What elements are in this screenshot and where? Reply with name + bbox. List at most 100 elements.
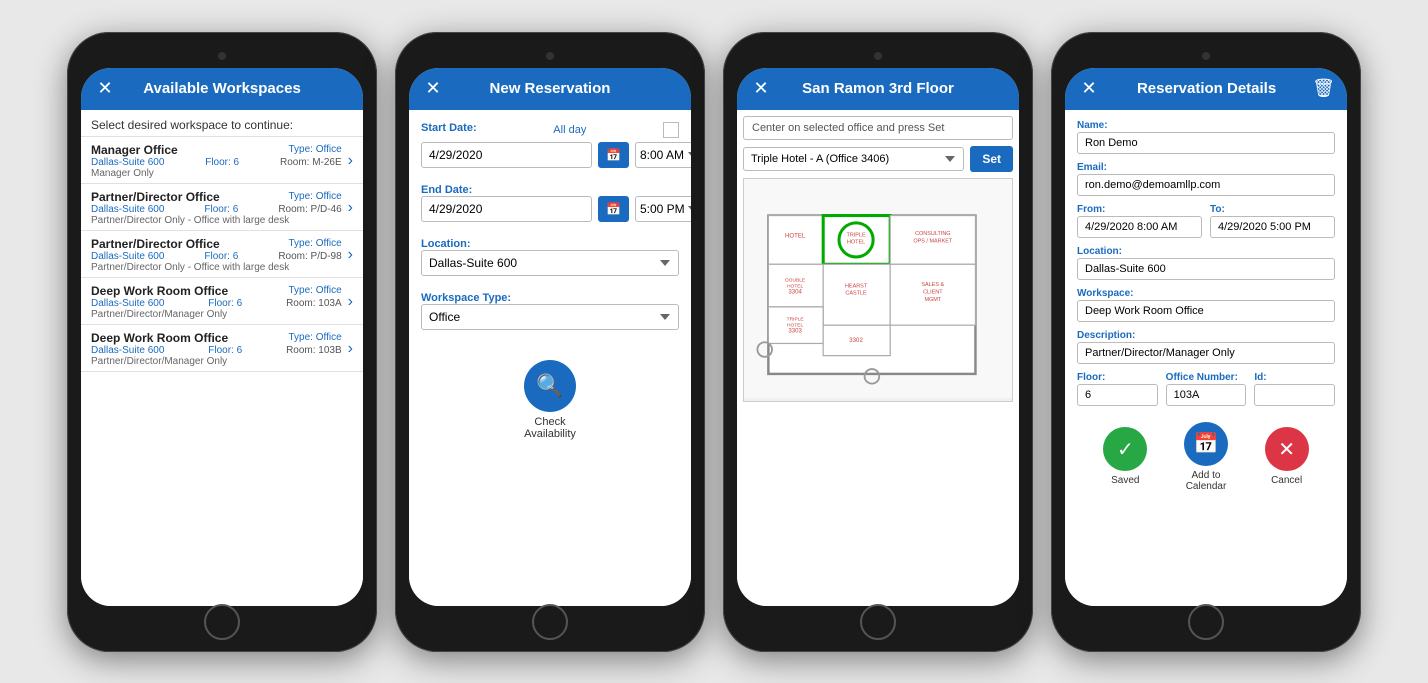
close-icon[interactable]: ✕ [749,78,773,99]
svg-text:HEARST: HEARST [845,283,868,289]
location-label: Location: [1077,246,1335,257]
start-time-select[interactable]: 8:00 AM [635,142,691,168]
from-label: From: [1077,204,1202,215]
end-date-input[interactable] [421,196,592,222]
location-input[interactable] [1077,258,1335,280]
workspace-type-label: Workspace Type: [421,292,511,304]
workspace-subtitle: Select desired workspace to continue: [81,110,363,137]
workspace-field: Workspace: [1077,288,1335,322]
email-input[interactable] [1077,174,1335,196]
location-label: Location: [421,238,471,250]
phone-1: ✕ Available Workspaces Select desired wo… [67,32,377,652]
calendar-icon[interactable]: 📅 [598,196,629,222]
workspace-item-details-row: Dallas-Suite 600 Floor: 6 Room: 103B [91,345,342,356]
phone-1-title: Available Workspaces [117,80,327,97]
description-input[interactable] [1077,342,1335,364]
phone-2-home-bar [409,606,691,638]
search-hint-bar: Center on selected office and press Set [743,116,1013,140]
workspace-item-room: Room: 103B [286,345,342,356]
workspace-item-details-row: Dallas-Suite 600 Floor: 6 Room: M-26E [91,157,342,168]
home-button[interactable] [860,604,896,640]
phone-2-header: ✕ New Reservation [409,68,691,110]
workspace-item-row: Partner/Director Office Type: Office [91,190,342,204]
add-calendar-label: Add toCalendar [1186,470,1227,492]
close-icon[interactable]: ✕ [1077,78,1101,99]
workspace-item[interactable]: Partner/Director Office Type: Office Dal… [81,184,363,231]
cancel-button[interactable]: ✕ Cancel [1265,427,1309,486]
all-day-checkbox[interactable] [663,122,679,138]
workspace-item[interactable]: Deep Work Room Office Type: Office Dalla… [81,325,363,372]
id-field: Id: [1254,372,1335,406]
workspace-type-select[interactable]: Office [421,304,679,330]
phone-2-body: Start Date: All day 📅 8:00 AM ▾ [409,110,691,606]
calendar-icon: 📅 [1184,422,1228,466]
phone-2-notch [409,46,691,68]
workspace-input[interactable] [1077,300,1335,322]
phone-4-home-bar [1065,606,1347,638]
workspace-item[interactable]: Partner/Director Office Type: Office Dal… [81,231,363,278]
start-date-section: Start Date: All day 📅 8:00 AM ▾ [421,122,679,168]
office-number-label: Office Number: [1166,372,1247,383]
workspace-item-room: Room: P/D-98 [278,251,341,262]
workspace-item[interactable]: Deep Work Room Office Type: Office Dalla… [81,278,363,325]
chevron-right-icon: › [348,152,353,170]
office-number-field: Office Number: [1166,372,1247,406]
set-button[interactable]: Set [970,146,1013,172]
end-date-row: 📅 5:00 PM ▾ [421,196,679,222]
description-label: Description: [1077,330,1335,341]
to-input[interactable] [1210,216,1335,238]
phone-2: ✕ New Reservation Start Date: All day [395,32,705,652]
workspace-item-type: Type: Office [288,285,341,296]
phone-3-screen: ✕ San Ramon 3rd Floor Center on selected… [737,68,1019,606]
from-field: From: [1077,204,1202,238]
saved-icon: ✓ [1103,427,1147,471]
workspace-item-title: Partner/Director Office [91,237,220,251]
workspace-item-details-row: Dallas-Suite 600 Floor: 6 Room: P/D-98 [91,251,342,262]
svg-text:CLIENT: CLIENT [923,289,943,295]
svg-text:OPS / MARKET: OPS / MARKET [913,238,953,244]
phone-1-home-bar [81,606,363,638]
end-time-select[interactable]: 5:00 PM [635,196,691,222]
end-date-section: End Date: 📅 5:00 PM ▾ [421,182,679,222]
add-to-calendar-button[interactable]: 📅 Add toCalendar [1184,422,1228,492]
workspace-item-floor: Floor: 6 [204,251,238,262]
office-number-input[interactable] [1166,384,1247,406]
location-field: Location: [1077,246,1335,280]
office-dropdown[interactable]: Triple Hotel - A (Office 3406) [743,147,964,171]
workspace-item-floor: Floor: 6 [205,157,239,168]
saved-button[interactable]: ✓ Saved [1103,427,1147,486]
location-select[interactable]: Dallas-Suite 600 [421,250,679,276]
workspace-item-content: Deep Work Room Office Type: Office Dalla… [91,284,342,320]
workspace-item-room: Room: M-26E [280,157,342,168]
workspace-item-row: Deep Work Room Office Type: Office [91,284,342,298]
workspace-item-details-row: Dallas-Suite 600 Floor: 6 Room: P/D-46 [91,204,342,215]
workspace-item-type: Type: Office [288,238,341,249]
name-label: Name: [1077,120,1335,131]
close-icon[interactable]: ✕ [421,78,445,99]
check-availability-icon: 🔍 [524,360,576,412]
chevron-right-icon: › [348,246,353,264]
to-label: To: [1210,204,1335,215]
id-input[interactable] [1254,384,1335,406]
office-selector-row: Triple Hotel - A (Office 3406) Set [743,146,1013,172]
home-button[interactable] [204,604,240,640]
trash-icon[interactable]: 🗑 [1312,78,1335,99]
workspace-item-sub: Manager Only [91,168,342,179]
start-date-input[interactable] [421,142,592,168]
svg-text:SALES &: SALES & [921,282,944,288]
check-availability-button[interactable]: 🔍 CheckAvailability [421,360,679,440]
close-icon[interactable]: ✕ [93,78,117,99]
workspace-item-loc: Dallas-Suite 600 [91,298,164,309]
home-button[interactable] [532,604,568,640]
name-input[interactable] [1077,132,1335,154]
workspace-item-title: Deep Work Room Office [91,331,228,345]
workspace-item-sub: Partner/Director Only - Office with larg… [91,215,342,226]
start-date-label: Start Date: [421,122,477,134]
from-input[interactable] [1077,216,1202,238]
workspace-item-floor: Floor: 6 [204,204,238,215]
home-button[interactable] [1188,604,1224,640]
floor-input[interactable] [1077,384,1158,406]
workspace-item[interactable]: Manager Office Type: Office Dallas-Suite… [81,137,363,184]
calendar-icon[interactable]: 📅 [598,142,629,168]
svg-text:3304: 3304 [788,288,802,295]
